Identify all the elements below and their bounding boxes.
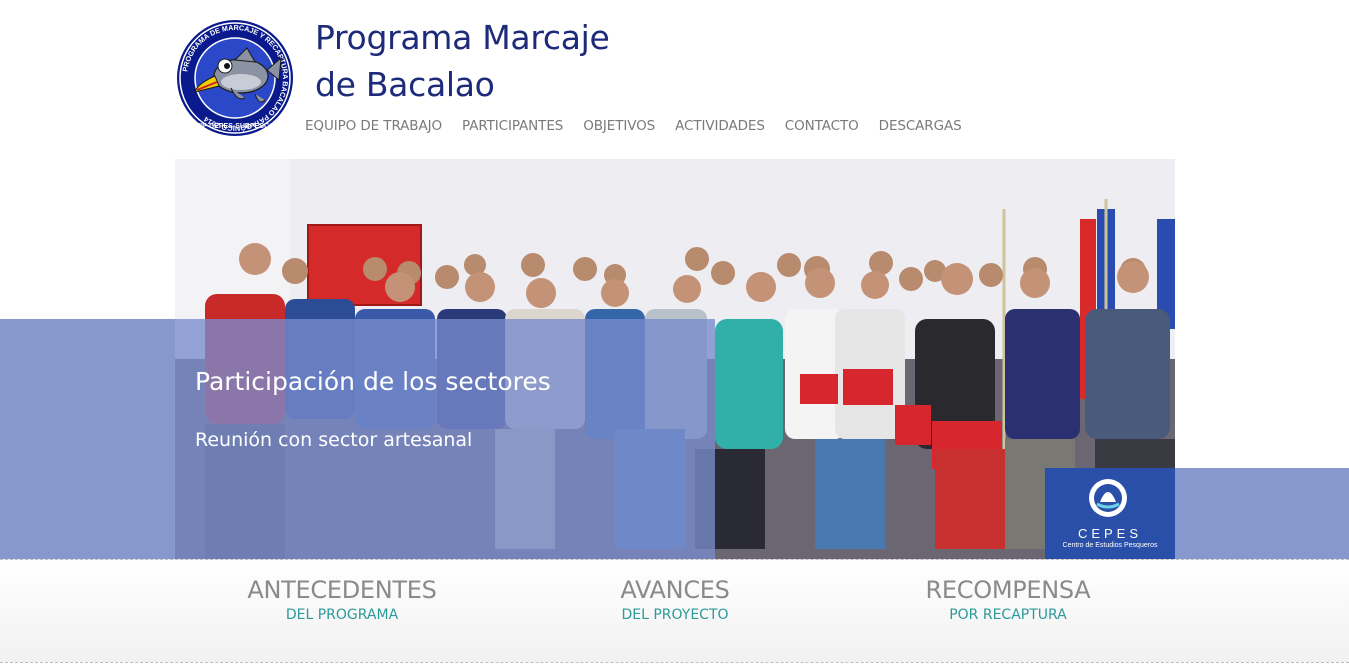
feature-title: ANTECEDENTES xyxy=(247,576,437,604)
nav-item-equipo[interactable]: EQUIPO DE TRABAJO xyxy=(305,118,442,134)
site-title-line2: de Bacalao xyxy=(315,65,495,104)
slider-band-left xyxy=(0,319,175,559)
hero-slider[interactable]: Participación de los sectores Reunión co… xyxy=(175,159,1175,559)
cepes-badge: CEPES Centro de Estudios Pesqueros xyxy=(1045,468,1175,559)
cod-fish-logo-icon: PROGRAMA DE MARCAJE Y RECAPTURA BACALAO … xyxy=(177,20,293,136)
nav-item-participantes[interactable]: PARTICIPANTES xyxy=(462,118,563,134)
main-nav: EQUIPO DE TRABAJO PARTICIPANTES OBJETIVO… xyxy=(305,118,982,134)
cepes-logo-icon xyxy=(1089,479,1127,517)
slider-caption-title: Participación de los sectores xyxy=(195,367,551,396)
feature-antecedentes[interactable]: ANTECEDENTES DEL PROGRAMA xyxy=(192,576,492,623)
nav-item-actividades[interactable]: ACTIVIDADES xyxy=(675,118,765,134)
site-logo[interactable]: PROGRAMA DE MARCAJE Y RECAPTURA BACALAO … xyxy=(175,18,295,138)
svg-text:FIP-CEPES-SUBPESCA: FIP-CEPES-SUBPESCA xyxy=(196,123,274,130)
feature-subtitle: POR RECAPTURA xyxy=(949,607,1067,623)
cepes-subtitle: Centro de Estudios Pesqueros xyxy=(1062,542,1158,549)
nav-item-descargas[interactable]: DESCARGAS xyxy=(879,118,962,134)
feature-subtitle: DEL PROYECTO xyxy=(621,607,729,623)
cepes-name: CEPES xyxy=(1077,526,1143,541)
feature-bar: ANTECEDENTES DEL PROGRAMA AVANCES DEL PR… xyxy=(0,559,1349,663)
feature-title: AVANCES xyxy=(620,576,730,604)
site-title-line1: Programa Marcaje xyxy=(315,18,610,57)
slider-caption: Participación de los sectores Reunión co… xyxy=(175,319,715,559)
feature-title: RECOMPENSA xyxy=(925,576,1091,604)
slider-band-right xyxy=(1175,468,1349,559)
nav-item-objetivos[interactable]: OBJETIVOS xyxy=(583,118,655,134)
feature-avances[interactable]: AVANCES DEL PROYECTO xyxy=(525,576,825,623)
nav-item-contacto[interactable]: CONTACTO xyxy=(785,118,859,134)
site-title[interactable]: Programa Marcaje de Bacalao xyxy=(315,14,610,108)
feature-subtitle: DEL PROGRAMA xyxy=(285,607,399,623)
feature-recompensa[interactable]: RECOMPENSA POR RECAPTURA xyxy=(858,576,1158,623)
slider-caption-subtitle: Reunión con sector artesanal xyxy=(195,429,473,451)
